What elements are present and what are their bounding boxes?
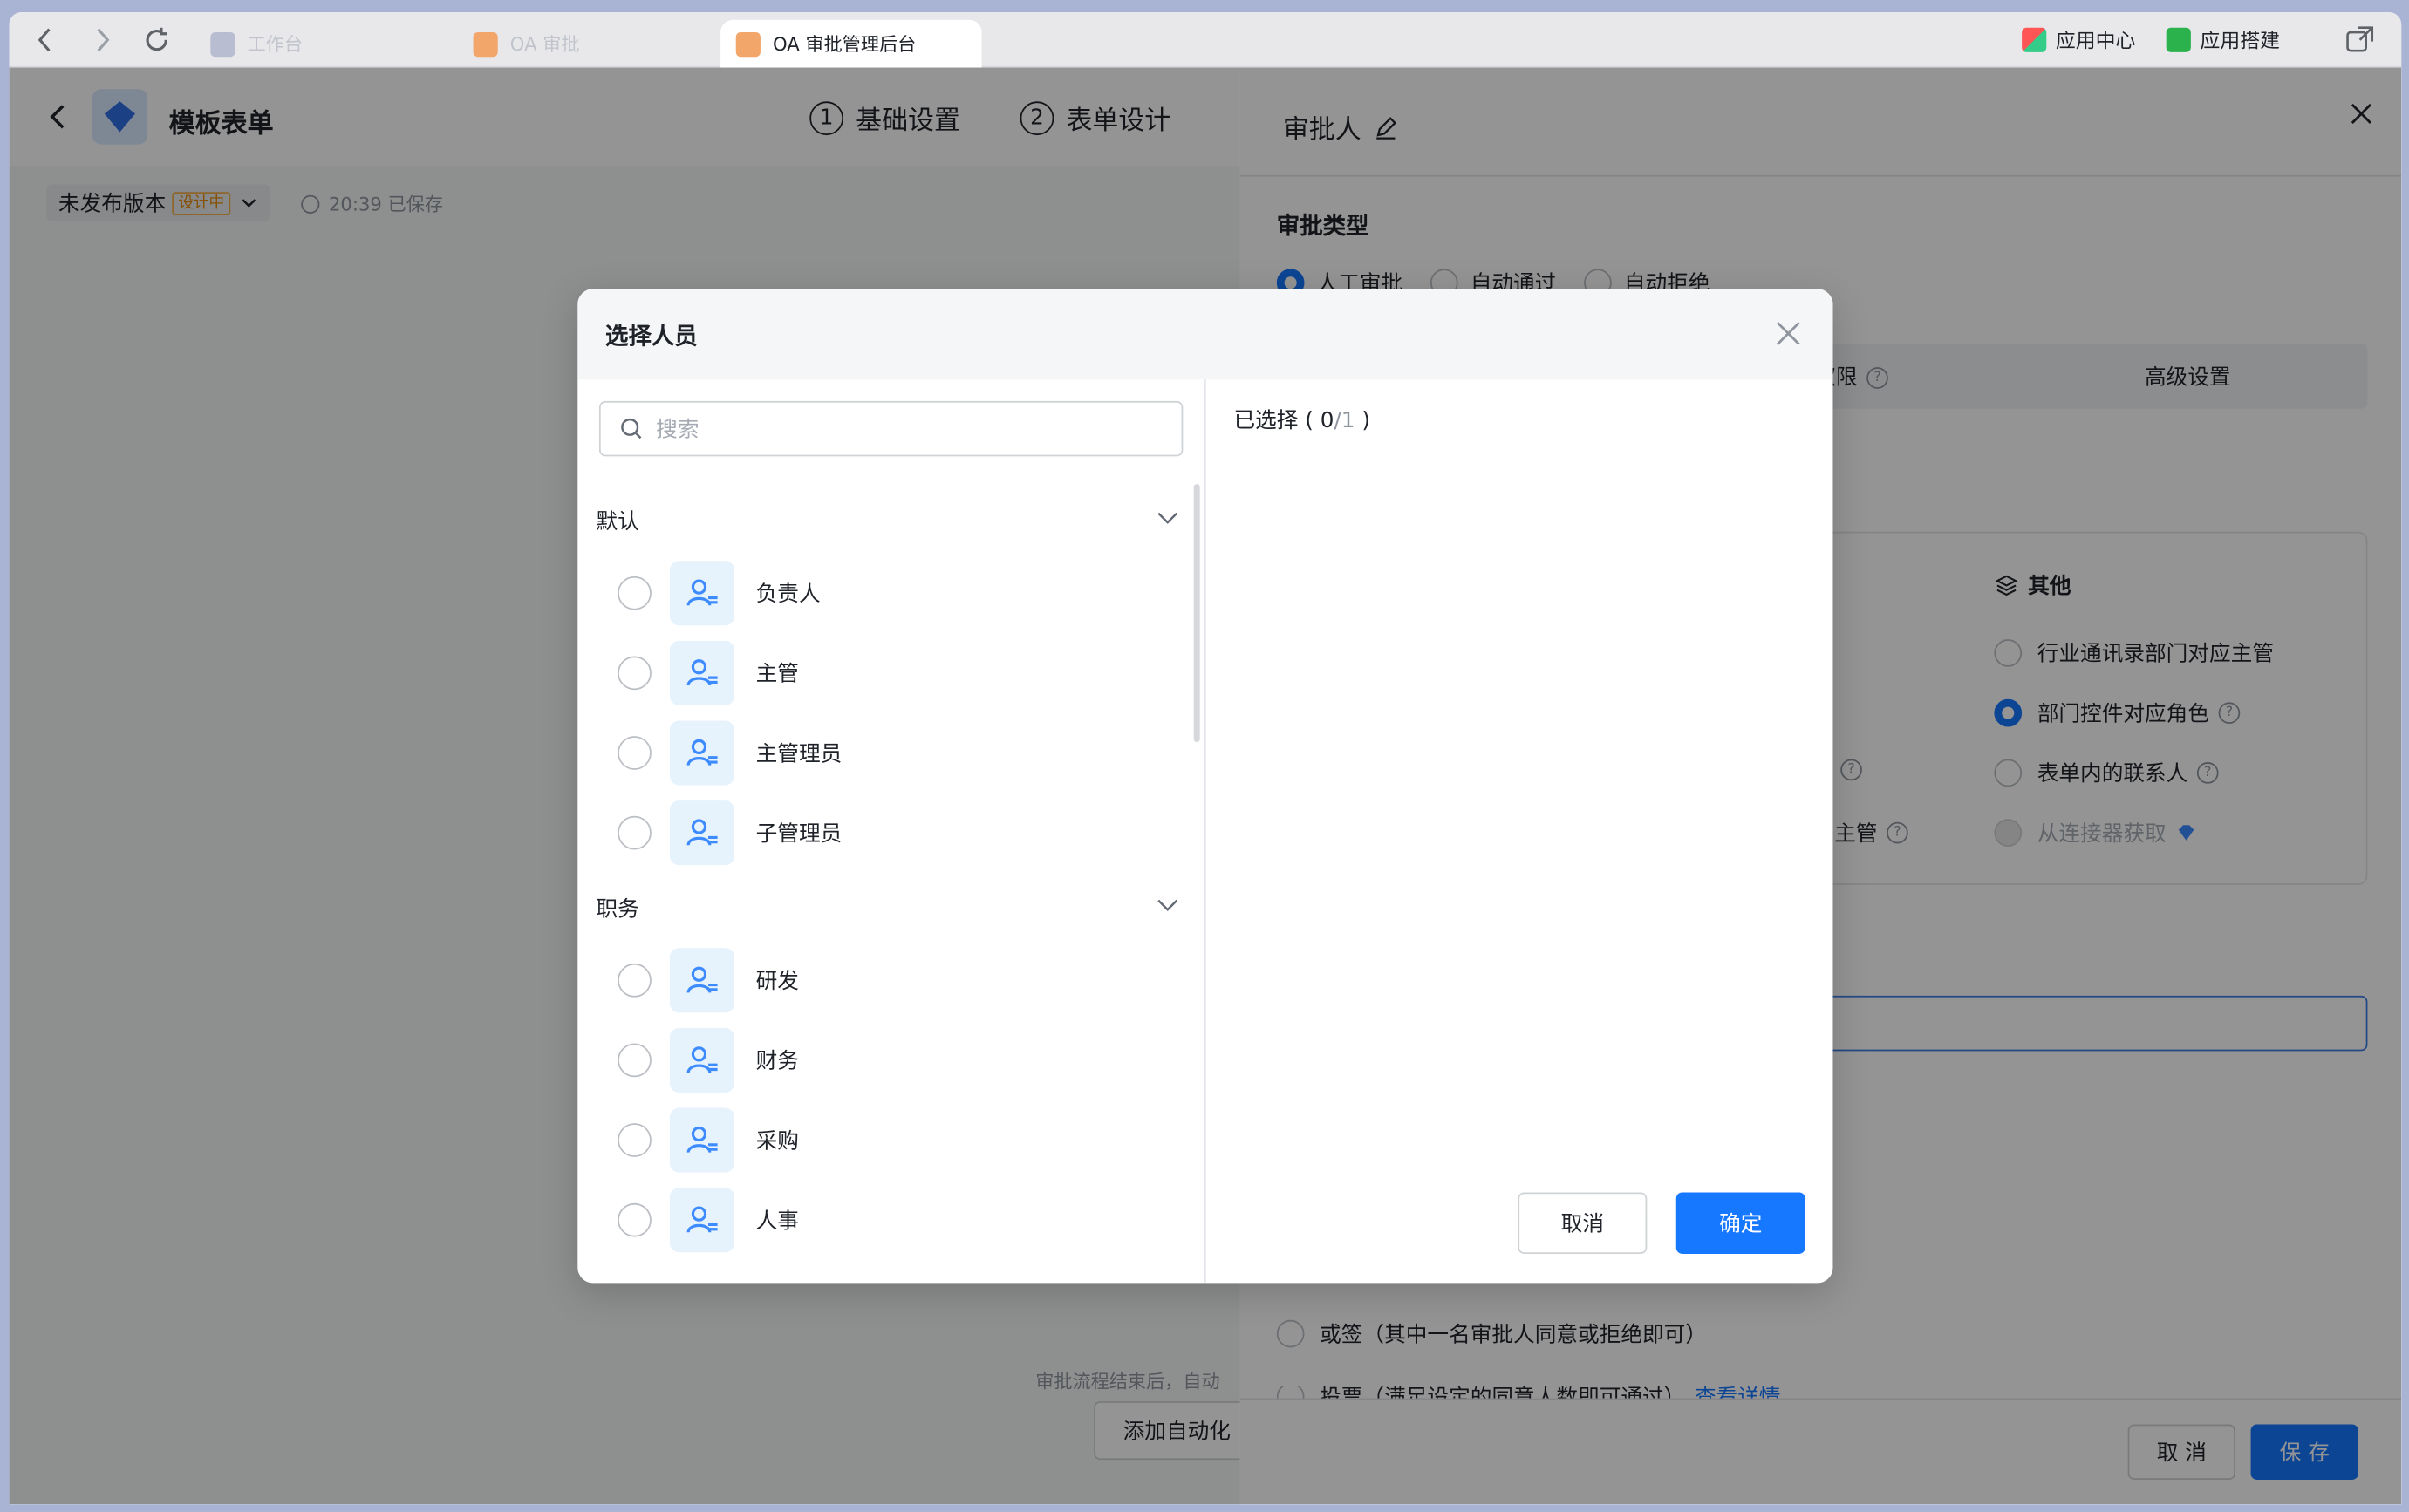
person-group-icon	[670, 561, 734, 626]
forward-icon[interactable]	[83, 22, 119, 58]
list-item[interactable]: 负责人	[618, 561, 1170, 626]
candidate-pane: 搜索 默认 负责人 主管 主管理员 子管理员 职务 研发 财务 采购 人事	[577, 379, 1204, 1283]
tab-workbench[interactable]: 工作台	[195, 20, 441, 68]
dialog-cancel-button[interactable]: 取消	[1518, 1192, 1648, 1254]
person-group-icon	[670, 948, 734, 1013]
list-item[interactable]: 采购	[618, 1107, 1170, 1173]
dialog-title: 选择人员	[605, 323, 698, 351]
selected-pane: 已选择 ( 0/1 ) 取消 确定	[1204, 379, 1832, 1284]
list-item[interactable]: 主管	[618, 640, 1170, 705]
reload-icon[interactable]	[139, 22, 175, 58]
app-builder-button[interactable]: 应用搭建	[2166, 24, 2280, 54]
list-item[interactable]: 财务	[618, 1027, 1170, 1093]
chevron-down-icon	[1157, 899, 1178, 911]
workbench-favicon	[210, 31, 235, 57]
person-group-icon	[670, 800, 734, 866]
tab-oa-admin[interactable]: OA 审批管理后台	[720, 19, 982, 68]
group-default-header[interactable]: 默认	[596, 506, 1179, 536]
dialog-close-icon[interactable]	[1771, 317, 1805, 351]
dialog-header: 选择人员	[577, 289, 1833, 380]
list-item[interactable]: 人事	[618, 1188, 1170, 1253]
selected-header: 已选择 ( 0/1 )	[1233, 408, 1370, 433]
browser-titlebar: 工作台 OA 审批 OA 审批管理后台 应用中心 应用搭建	[9, 12, 2402, 68]
tab-oa-approval[interactable]: OA 审批	[458, 20, 704, 68]
person-group-icon	[670, 1107, 734, 1173]
search-icon	[621, 418, 642, 439]
person-group-icon	[670, 720, 734, 786]
dialog-confirm-button[interactable]: 确定	[1675, 1192, 1805, 1254]
app-center-button[interactable]: 应用中心	[2022, 24, 2135, 54]
selected-max: 1	[1341, 408, 1355, 433]
back-icon[interactable]	[28, 22, 65, 58]
oa-favicon	[473, 31, 498, 57]
browser-window: 工作台 OA 审批 OA 审批管理后台 应用中心 应用搭建 模板表单 1 基础设…	[9, 12, 2402, 1505]
scrollbar[interactable]	[1193, 484, 1200, 743]
select-person-dialog: 选择人员 搜索 默认 负责人 主管 主管理员 子管理员 职务 研发 财务 采购 …	[577, 289, 1833, 1284]
person-group-icon	[670, 1027, 734, 1093]
open-external-icon[interactable]	[2344, 24, 2375, 55]
list-item[interactable]: 研发	[618, 948, 1170, 1013]
search-input[interactable]: 搜索	[598, 400, 1184, 457]
app-center-icon	[2022, 26, 2047, 52]
list-item[interactable]: 主管理员	[618, 720, 1170, 786]
person-group-icon	[670, 640, 734, 705]
list-item[interactable]: 子管理员	[618, 800, 1170, 866]
selected-count: 0	[1320, 408, 1334, 433]
person-group-icon	[670, 1188, 734, 1253]
chevron-down-icon	[1157, 512, 1178, 524]
group-position-header[interactable]: 职务	[596, 893, 1179, 923]
oa-admin-favicon	[735, 31, 761, 57]
app-builder-icon	[2166, 26, 2191, 52]
